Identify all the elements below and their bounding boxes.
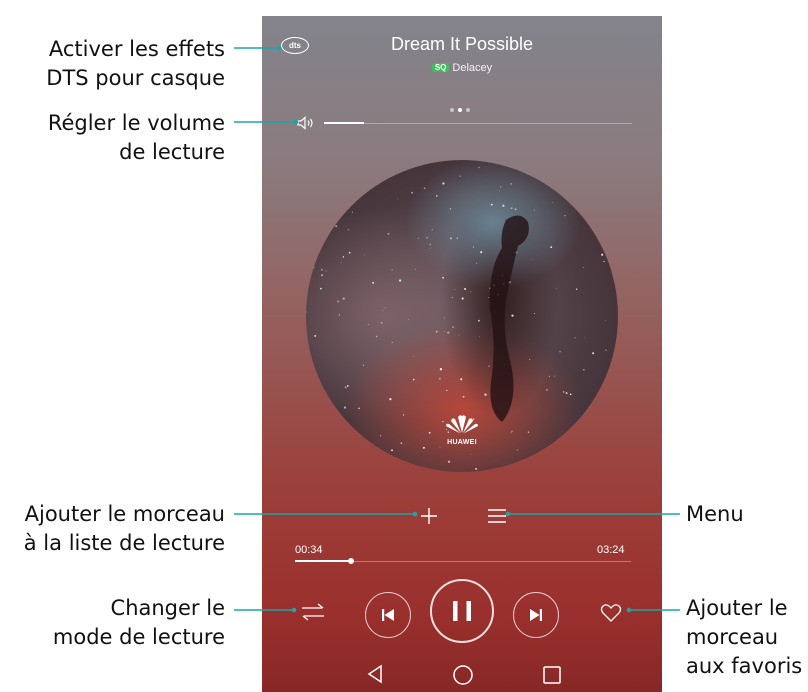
leader-dot-add <box>412 511 418 517</box>
leader-dot-play-mode <box>291 607 297 613</box>
leader-dot-volume <box>293 119 299 125</box>
leader-dot-menu <box>505 511 511 517</box>
leader-dot-dts <box>276 45 282 51</box>
callout-leader-lines <box>234 45 680 613</box>
leader-dot-favorite <box>626 607 632 613</box>
